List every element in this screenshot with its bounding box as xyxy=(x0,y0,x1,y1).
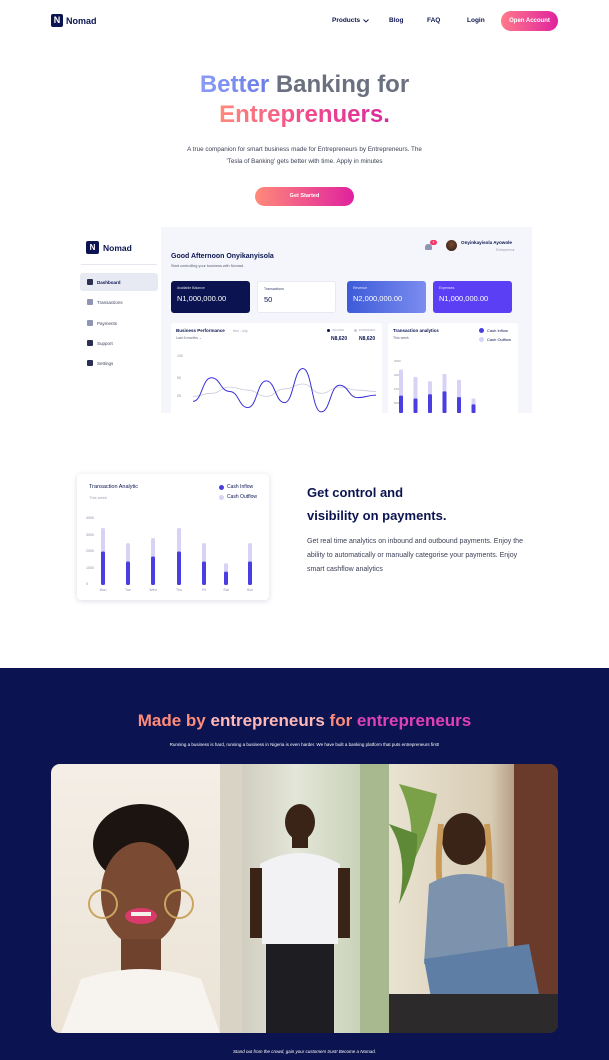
hero-title-line2: Entreprenuers. xyxy=(0,100,609,130)
logo-mark-icon: N xyxy=(51,14,63,27)
entrepreneur-photos xyxy=(51,764,558,1033)
sidebar-item-label: Dashboard xyxy=(97,279,121,285)
feature-heading-line2: visibility on payments. xyxy=(307,508,447,523)
top-nav: N Nomad Products Blog FAQ Login Open Acc… xyxy=(0,0,609,42)
nomad-logo[interactable]: N Nomad xyxy=(51,14,97,27)
sidebar-item-transactions[interactable]: Transactions xyxy=(80,293,158,311)
hero-title-line1: Better Banking for xyxy=(0,70,609,100)
bar-cash-inflow xyxy=(248,561,252,585)
card-expenses: Expenses N1,000,000.00 xyxy=(433,281,512,313)
card-label: Transactions xyxy=(264,287,284,291)
line-series-expenses xyxy=(192,383,377,397)
man-portrait-image xyxy=(220,764,389,1033)
business-performance-panel: Business Performance Nov - July Last 6 m… xyxy=(171,323,382,413)
transaction-analytics-panel: Transaction analytics This week Cash Inf… xyxy=(388,323,518,413)
bar-cash-inflow xyxy=(177,551,181,585)
bar-cash-inflow xyxy=(202,561,206,585)
sidebar-item-label: Transactions xyxy=(97,299,123,305)
transaction-analytic-card: Transaction Analytic This week Cash Infl… xyxy=(77,474,269,600)
woman-portrait-image xyxy=(61,804,220,1033)
card-value: 50 xyxy=(264,295,273,304)
hero-description: A true companion for smart business made… xyxy=(160,144,449,168)
bar-cash-inflow xyxy=(457,397,461,413)
sidebar-item-dashboard[interactable]: Dashboard xyxy=(80,273,158,291)
sidebar-item-label: Support xyxy=(97,340,113,346)
analytics-bar-chart xyxy=(399,369,476,413)
photo-woman-smiling xyxy=(51,764,220,1033)
dashboard-logo-text: Nomad xyxy=(103,242,132,253)
title-part2: entrepreneurs xyxy=(210,711,325,730)
section-description: Running a business is hard, running a bu… xyxy=(169,742,440,747)
photo-woman-seated xyxy=(389,764,558,1033)
card-value: N1,000,000.00 xyxy=(439,294,489,303)
support-icon xyxy=(87,340,93,346)
card-transactions: Transactions 50 xyxy=(257,281,336,313)
transaction-bar-chart xyxy=(101,528,252,585)
hero-title-banking: Banking for xyxy=(275,71,410,98)
title-part3: for xyxy=(324,711,357,730)
sidebar-item-payments[interactable]: Payments xyxy=(80,314,158,332)
hero-title-better: Better xyxy=(199,71,270,98)
user-name: Onyinkayisola Ayowole xyxy=(461,240,512,245)
feature-heading-line1: Get control and xyxy=(307,485,404,500)
hero-desc-line1: A true companion for smart business made… xyxy=(187,146,422,153)
sidebar-item-settings[interactable]: Settings xyxy=(80,354,158,372)
logo-text: Nomad xyxy=(66,15,97,26)
dashboard-logo-mark-icon: N xyxy=(86,241,99,254)
section-footer: Stand out from the crowd, gain your cust… xyxy=(232,1049,377,1054)
photo-man-standing xyxy=(220,764,389,1033)
bar-cash-inflow xyxy=(151,556,155,585)
document-icon xyxy=(87,299,93,305)
open-account-button[interactable]: Open Account xyxy=(501,11,558,31)
bar-cash-inflow xyxy=(471,404,476,413)
card-revenue: Revenue N2,000,000.00 xyxy=(347,281,426,313)
sidebar-item-label: Payments xyxy=(97,320,118,326)
bar-cash-inflow xyxy=(442,391,447,413)
bar-cash-inflow xyxy=(413,398,418,413)
bar-cash-inflow xyxy=(126,561,130,585)
bar-cash-inflow xyxy=(428,394,432,413)
notification-badge: 2 xyxy=(430,240,437,245)
bar-cash-inflow xyxy=(101,551,105,585)
sidebar-item-support[interactable]: Support xyxy=(80,334,158,352)
dashboard-logo: N Nomad xyxy=(86,241,132,254)
get-started-button[interactable]: Get Started xyxy=(255,187,354,206)
nav-products[interactable]: Products xyxy=(332,17,369,24)
nav-login[interactable]: Login xyxy=(467,17,485,24)
feature-description: Get real time analytics on inbound and o… xyxy=(307,538,523,573)
card-label: Expenses xyxy=(439,286,455,290)
notification-bell-icon[interactable]: 2 xyxy=(425,240,437,250)
grid-icon xyxy=(87,279,93,285)
title-part1: Made by xyxy=(137,711,211,730)
performance-line-chart xyxy=(192,367,377,413)
user-avatar[interactable] xyxy=(446,240,457,251)
hero-title-entrepreneurs: Entreprenuers. xyxy=(219,101,390,128)
bar-cash-inflow xyxy=(224,571,228,585)
woman-seated-image xyxy=(389,764,558,1033)
card-available-balance: Available Balance N1,000,000.00 xyxy=(171,281,250,313)
hero-desc-line2: 'Tesla of Banking' gets better with time… xyxy=(226,158,383,165)
dashboard-preview: N Nomad Dashboard Transactions Payments … xyxy=(76,227,532,413)
gear-icon xyxy=(87,360,93,366)
card-label: Revenue xyxy=(353,286,368,290)
sidebar-item-label: Settings xyxy=(97,360,114,366)
user-role: Entrepreneur xyxy=(496,248,515,252)
title-part4: entrepreneurs xyxy=(356,711,472,730)
nav-products-label: Products xyxy=(332,17,361,24)
card-value: N1,000,000.00 xyxy=(177,294,227,303)
dashboard-greeting: Good Afternoon Onyikanyisola xyxy=(171,253,274,260)
dashboard-greeting-sub: Start controlling your business with Nom… xyxy=(171,264,245,268)
section-title: Made by entrepreneurs for entrepreneurs xyxy=(0,711,609,731)
card-value: N2,000,000.00 xyxy=(353,294,403,303)
chevron-down-icon xyxy=(363,18,369,23)
payment-icon xyxy=(87,320,93,326)
nav-faq[interactable]: FAQ xyxy=(427,17,440,24)
dashboard-sidebar: N Nomad Dashboard Transactions Payments … xyxy=(76,227,161,413)
bar-cash-inflow xyxy=(399,395,403,413)
nav-blog[interactable]: Blog xyxy=(389,17,403,24)
sidebar-divider xyxy=(81,264,157,265)
card-label: Available Balance xyxy=(177,286,205,290)
